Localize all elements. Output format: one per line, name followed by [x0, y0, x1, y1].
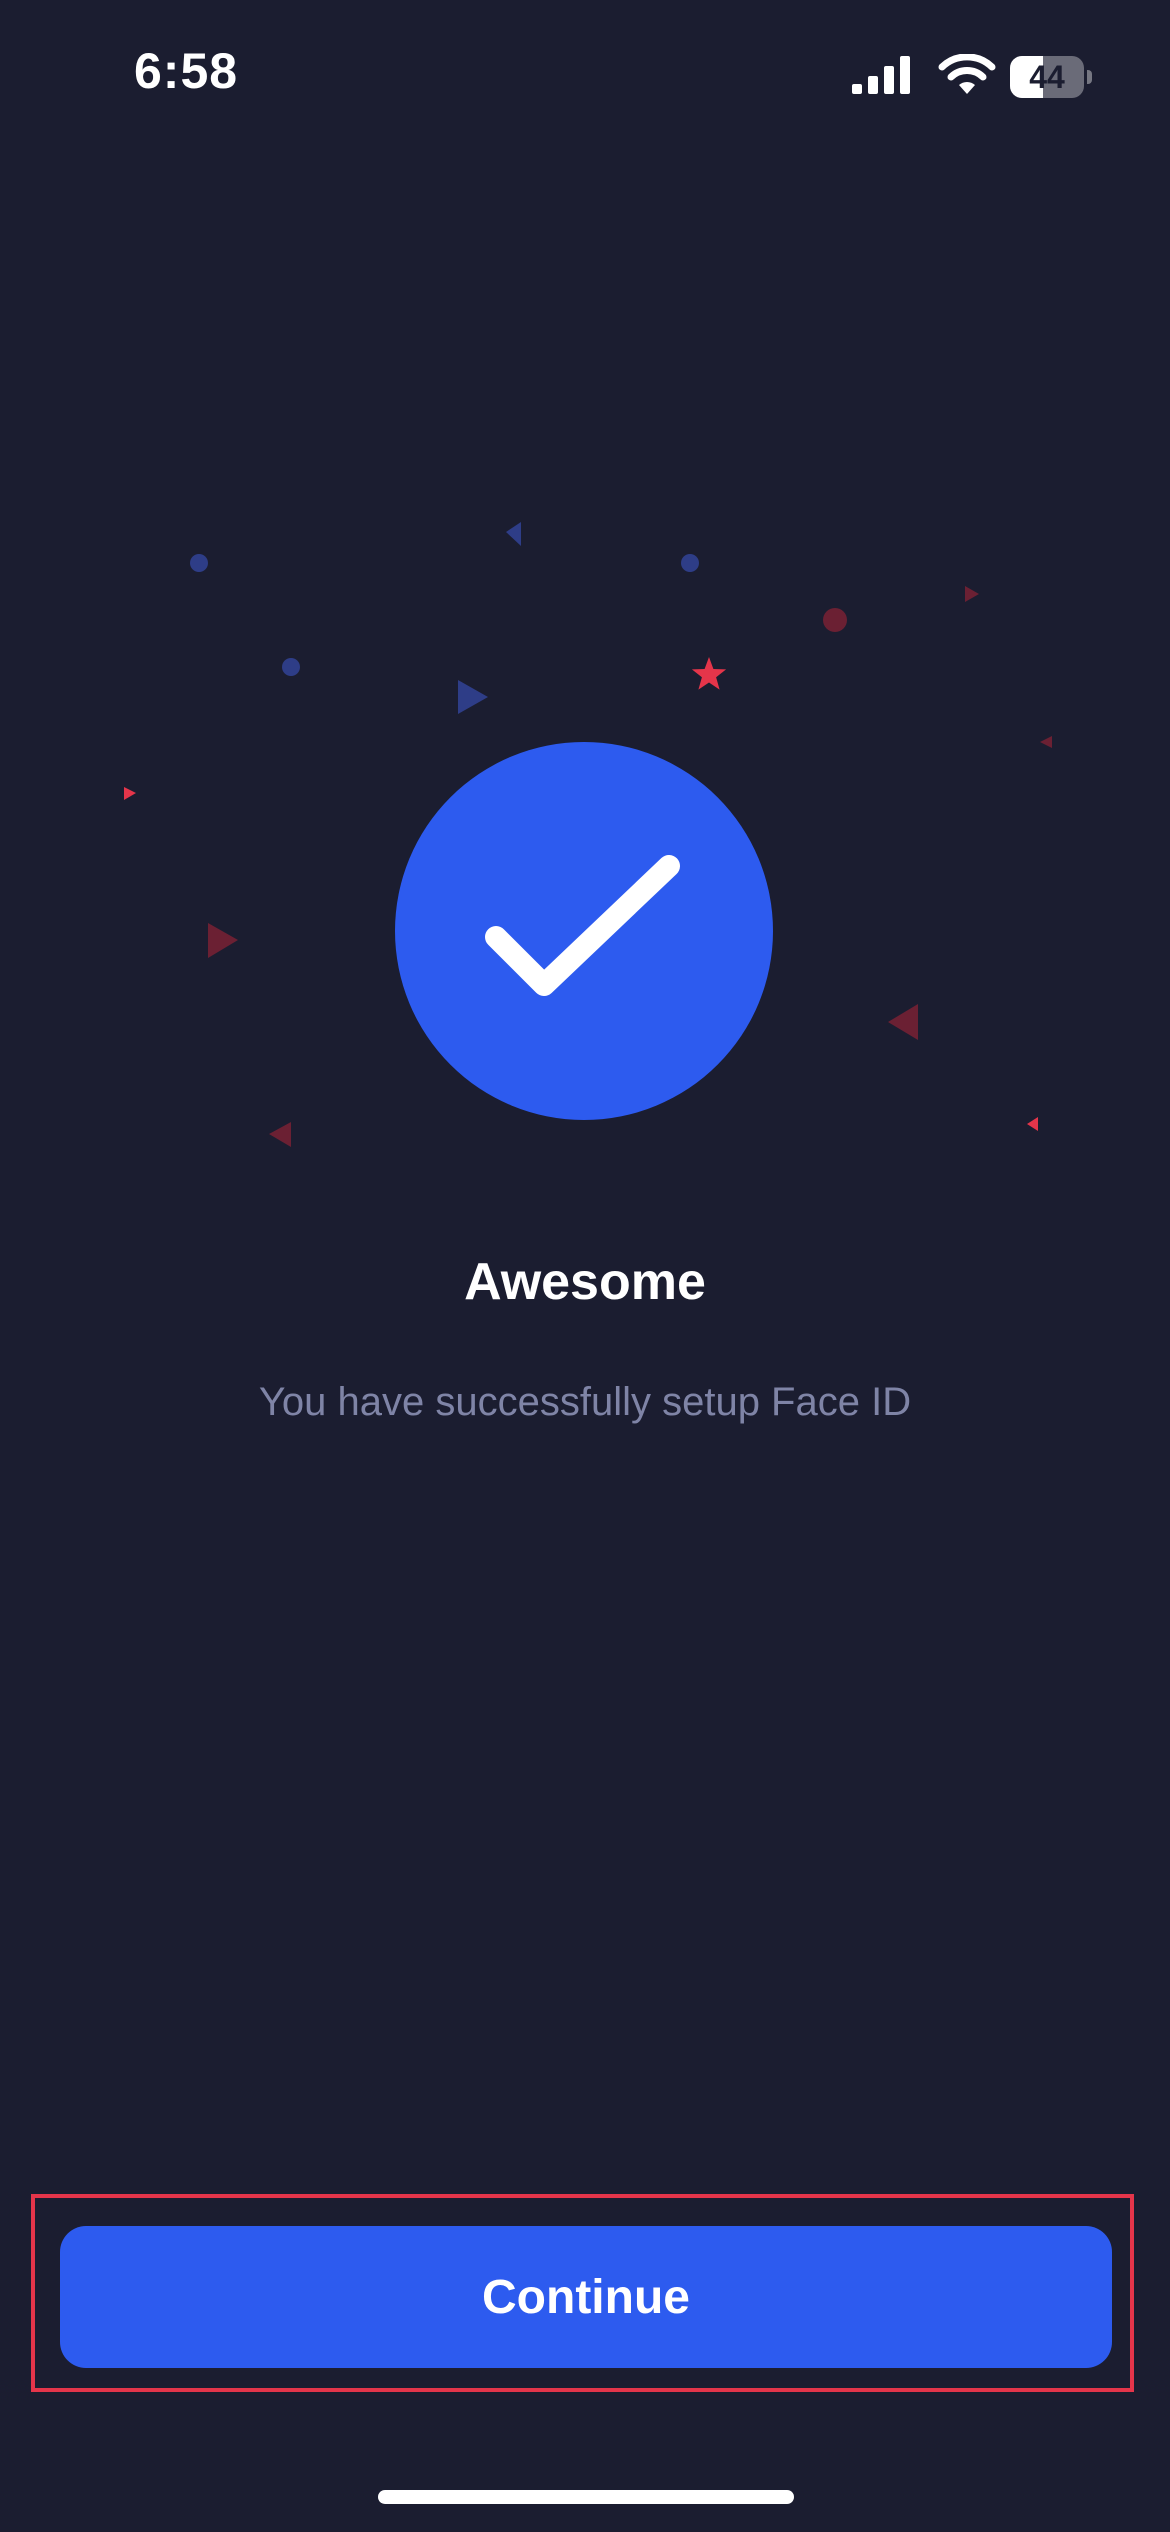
confetti-triangle: [506, 522, 521, 546]
face-id-success-screen: 6:58 44 Awesome You have successfully se…: [0, 0, 1170, 2532]
battery-icon: 44: [1010, 56, 1094, 98]
success-title: Awesome: [464, 1253, 706, 1311]
confetti-triangle: [269, 1122, 291, 1147]
confetti-dot: [282, 658, 300, 676]
status-icons: 44: [852, 50, 1098, 106]
confetti-triangle: [208, 923, 238, 958]
cellular-signal-icon: [852, 56, 910, 94]
confetti-triangle: [1040, 736, 1052, 748]
wifi-icon: [938, 54, 996, 94]
success-badge: [395, 742, 773, 1120]
status-time: 6:58: [134, 43, 239, 99]
checkmark-icon: [485, 855, 680, 996]
confetti-triangle: [888, 1004, 918, 1040]
confetti-star: [691, 657, 727, 690]
confetti-triangle: [124, 787, 136, 800]
confetti-triangle: [965, 586, 979, 602]
confetti-dot: [681, 554, 699, 572]
confetti-dot: [823, 608, 847, 632]
success-message: You have successfully setup Face ID: [258, 1380, 912, 1424]
confetti-dot: [190, 554, 208, 572]
home-indicator[interactable]: [378, 2490, 794, 2504]
confetti-triangle: [458, 680, 488, 714]
confetti-triangle: [1027, 1117, 1038, 1131]
continue-button[interactable]: Continue: [60, 2226, 1112, 2368]
battery-level: 44: [1029, 59, 1065, 95]
